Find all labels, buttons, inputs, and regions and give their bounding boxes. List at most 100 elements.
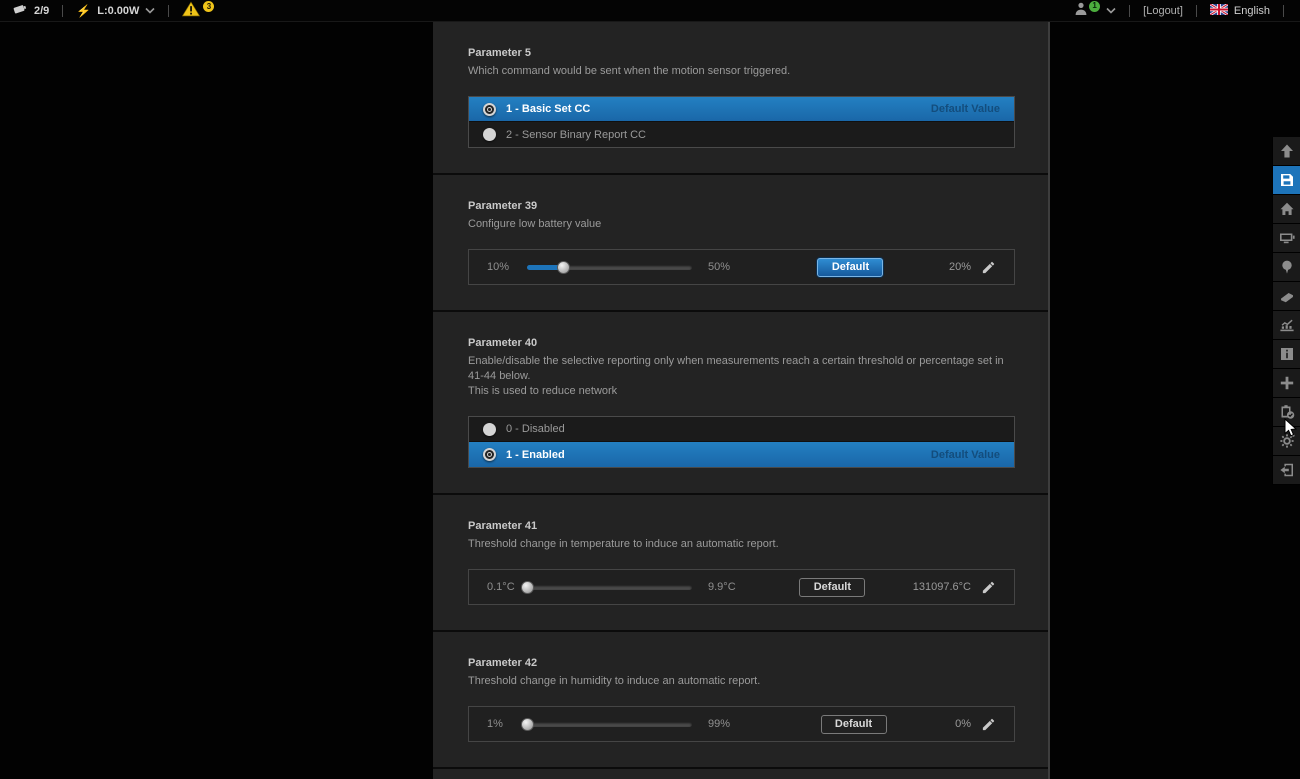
toolbar-button-scroll-top[interactable]	[1272, 137, 1300, 166]
parameter-description: Which command would be sent when the mot…	[468, 64, 1015, 79]
option-label: 0 - Disabled	[506, 423, 565, 435]
monitor-icon	[1279, 230, 1295, 246]
parameter-section: Parameter 40 Enable/disable the selectiv…	[433, 312, 1050, 493]
radio-icon[interactable]	[483, 128, 496, 141]
slider-handle[interactable]	[521, 718, 534, 731]
parameter-description-line: Threshold change in humidity to induce a…	[468, 674, 1015, 689]
toolbar-button-device[interactable]	[1272, 224, 1300, 253]
slider[interactable]	[527, 261, 692, 274]
arrow-up-icon	[1279, 143, 1295, 159]
parameter-section: Parameter 42 Threshold change in humidit…	[433, 632, 1050, 767]
current-value: 131097.6°C	[913, 581, 971, 593]
info-icon	[1279, 346, 1295, 362]
option-row[interactable]: 0 - Disabled	[469, 417, 1014, 442]
slider-handle[interactable]	[521, 581, 534, 594]
slider-row: 0.1°C 9.9°C Default 131097.6°C	[468, 569, 1015, 605]
battery-count: 2/9	[34, 5, 49, 17]
user-menu[interactable]: 1	[1073, 1, 1116, 20]
current-value: 20%	[949, 261, 971, 273]
alerts-indicator[interactable]: 3	[182, 1, 214, 20]
load-value: L:0.00W	[97, 5, 139, 17]
toolbar-button-analytics[interactable]	[1272, 311, 1300, 340]
slider-handle[interactable]	[557, 261, 570, 274]
slider[interactable]	[527, 581, 692, 594]
topbar: 2/9 ⚡ L:0.00W 3	[0, 0, 1300, 22]
slider-track[interactable]	[527, 585, 692, 590]
page: 2/9 ⚡ L:0.00W 3	[0, 0, 1300, 779]
parameter-title: Parameter 41	[468, 520, 1015, 532]
default-button[interactable]: Default	[817, 258, 883, 277]
edit-pencil-icon[interactable]	[981, 260, 996, 275]
default-button[interactable]: Default	[821, 715, 887, 734]
chevron-down-icon	[145, 7, 155, 14]
parameter-description-line: Configure low battery value	[468, 217, 1015, 232]
next-section-partial	[433, 769, 1050, 779]
parameter-description: Threshold change in humidity to induce a…	[468, 674, 1015, 689]
parameter-description-line: This is used to reduce network	[468, 384, 1015, 399]
parameter-title: Parameter 5	[468, 47, 1015, 59]
toolbar-button-rooms[interactable]	[1272, 282, 1300, 311]
parameters-panel: Parameter 5 Which command would be sent …	[433, 22, 1050, 779]
parameter-description: Threshold change in temperature to induc…	[468, 537, 1015, 552]
toolbar-button-home[interactable]	[1272, 195, 1300, 224]
uk-flag-icon	[1210, 4, 1228, 18]
option-label: 2 - Sensor Binary Report CC	[506, 129, 646, 141]
parameter-description-line: Which command would be sent when the mot…	[468, 64, 1015, 79]
toolbar-button-apps[interactable]	[1272, 369, 1300, 398]
edit-pencil-icon[interactable]	[981, 580, 996, 595]
option-row[interactable]: 2 - Sensor Binary Report CC	[469, 122, 1014, 147]
warning-icon	[182, 1, 200, 20]
slider-max-label: 99%	[708, 718, 748, 730]
parameter-section: Parameter 5 Which command would be sent …	[433, 22, 1050, 173]
power-load-dropdown[interactable]: ⚡ L:0.00W	[76, 4, 155, 18]
toolbar-button-info[interactable]	[1272, 340, 1300, 369]
chart-icon	[1279, 317, 1295, 333]
slider-min-label: 0.1°C	[487, 581, 521, 593]
logout-button[interactable]: [Logout]	[1143, 5, 1183, 17]
slider-max-label: 9.9°C	[708, 581, 748, 593]
parameter-section: Parameter 39 Configure low battery value…	[433, 175, 1050, 310]
right-toolbar	[1272, 137, 1300, 485]
slider-track[interactable]	[527, 722, 692, 727]
divider	[1196, 5, 1197, 17]
home-icon	[1279, 201, 1295, 217]
parameter-title: Parameter 42	[468, 657, 1015, 669]
lightning-icon: ⚡	[76, 4, 91, 18]
option-label: 1 - Enabled	[506, 449, 565, 461]
parameter-title: Parameter 40	[468, 337, 1015, 349]
exit-icon	[1279, 462, 1295, 478]
default-value-label: Default Value	[931, 103, 1000, 115]
radio-icon[interactable]	[483, 103, 496, 116]
language-label: English	[1234, 5, 1270, 17]
option-label: 1 - Basic Set CC	[506, 103, 590, 115]
toolbar-button-save[interactable]	[1272, 166, 1300, 195]
radio-icon[interactable]	[483, 423, 496, 436]
slider-min-label: 10%	[487, 261, 521, 273]
parameter-section: Parameter 41 Threshold change in tempera…	[433, 495, 1050, 630]
puzzle-icon	[1279, 375, 1295, 391]
clipboard-check-icon	[1279, 404, 1295, 420]
slider-row: 1% 99% Default 0%	[468, 706, 1015, 742]
option-row[interactable]: 1 - Basic Set CC Default Value	[469, 97, 1014, 122]
slider-row: 10% 50% Default 20%	[468, 249, 1015, 285]
parameter-description: Configure low battery value	[468, 217, 1015, 232]
option-row[interactable]: 1 - Enabled Default Value	[469, 442, 1014, 467]
slider[interactable]	[527, 718, 692, 731]
language-selector[interactable]: English	[1210, 4, 1270, 18]
toolbar-button-tasks[interactable]	[1272, 398, 1300, 427]
toolbar-button-settings[interactable]	[1272, 427, 1300, 456]
toolbar-button-location[interactable]	[1272, 253, 1300, 282]
toolbar-button-exit[interactable]	[1272, 456, 1300, 485]
parameter-description-line: Threshold change in temperature to induc…	[468, 537, 1015, 552]
default-value-label: Default Value	[931, 449, 1000, 461]
slider-min-label: 1%	[487, 718, 521, 730]
default-button[interactable]: Default	[799, 578, 865, 597]
parameter-title: Parameter 39	[468, 200, 1015, 212]
chevron-down-icon	[1106, 7, 1116, 14]
radio-icon[interactable]	[483, 448, 496, 461]
location-pin-icon	[1279, 259, 1295, 275]
gear-icon	[1279, 433, 1295, 449]
alerts-count-badge: 3	[203, 1, 214, 12]
edit-pencil-icon[interactable]	[981, 717, 996, 732]
battery-status[interactable]: 2/9	[12, 1, 49, 20]
